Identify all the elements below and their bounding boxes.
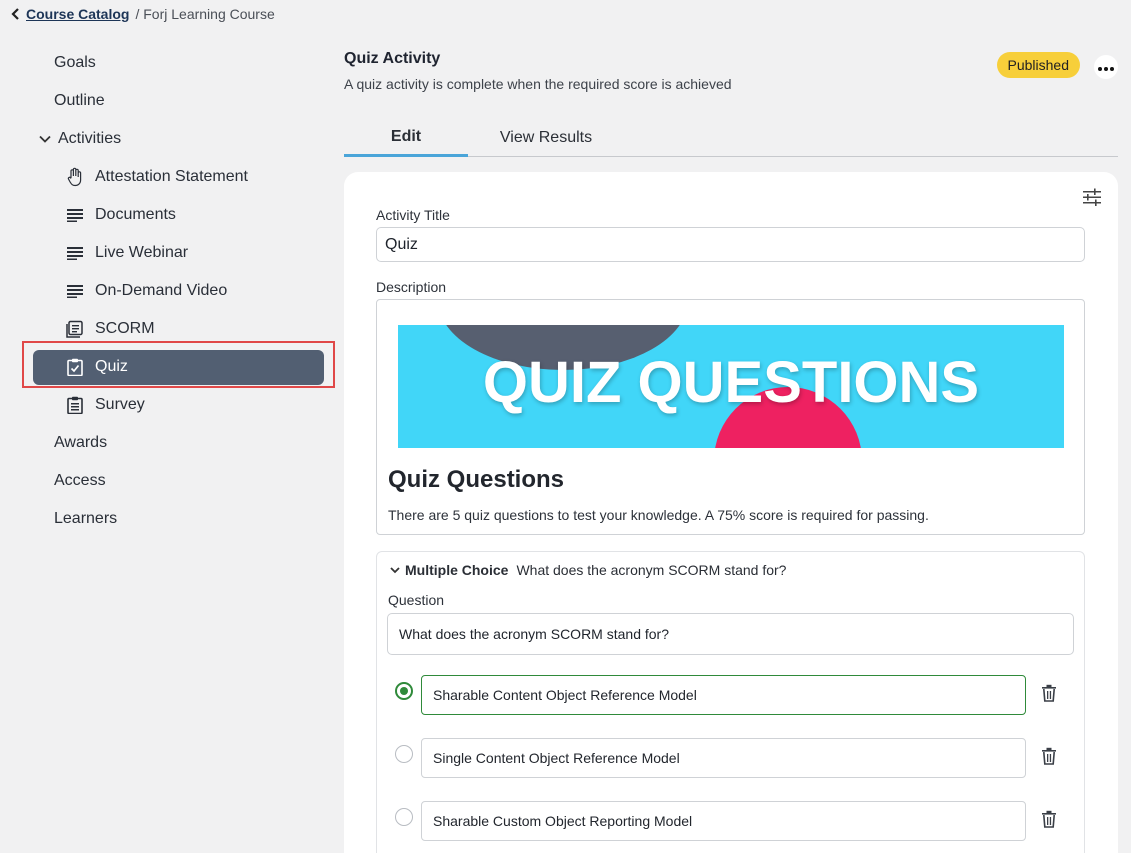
quiz-banner-image: QUIZ QUESTIONS (398, 325, 1064, 448)
sidebar-item-label: On-Demand Video (95, 282, 228, 299)
sidebar-item-label: Awards (54, 434, 108, 451)
sidebar-item-label: Outline (54, 92, 105, 109)
course-catalog-link[interactable]: Course Catalog (26, 6, 129, 22)
activity-title-label: Activity Title (376, 207, 450, 223)
banner-text: QUIZ QUESTIONS (482, 350, 980, 415)
sidebar-item-goals[interactable]: Goals (0, 44, 340, 82)
sidebar-item-documents[interactable]: Documents (0, 196, 340, 234)
sidebar-item-label: Survey (95, 396, 145, 413)
tab-bar: Edit View Results (344, 120, 1118, 157)
activity-title-value: Quiz (385, 235, 418, 253)
tab-edit[interactable]: Edit (344, 120, 468, 157)
chevron-down-icon (389, 564, 401, 576)
sidebar-item-outline[interactable]: Outline (0, 82, 340, 120)
answer-input[interactable]: Sharable Content Object Reference Model (421, 675, 1026, 715)
breadcrumb: Course Catalog / Forj Learning Course (8, 6, 275, 22)
lines-icon (66, 244, 84, 262)
sidebar-item-awards[interactable]: Awards (0, 424, 340, 462)
lines-icon (66, 282, 84, 300)
scorm-icon (66, 320, 84, 338)
answer-radio[interactable] (395, 808, 413, 826)
question-value: What does the acronym SCORM stand for? (399, 626, 669, 642)
edit-card: Activity Title Quiz Description QUIZ QUE… (344, 172, 1118, 853)
activity-title-input[interactable]: Quiz (376, 227, 1085, 262)
sidebar-section-label: Activities (58, 130, 122, 147)
sidebar-item-attestation-statement[interactable]: Attestation Statement (0, 158, 340, 196)
more-options-button[interactable] (1094, 55, 1118, 79)
ellipsis-icon (1098, 58, 1114, 76)
question-header[interactable]: Multiple Choice What does the acronym SC… (389, 562, 786, 578)
sidebar-item-quiz[interactable]: Quiz (0, 341, 340, 388)
trash-icon[interactable] (1041, 684, 1059, 702)
sidebar-item-live-webinar[interactable]: Live Webinar (0, 234, 340, 272)
sidebar-item-label: Attestation Statement (95, 168, 248, 185)
sidebar-item-label: Live Webinar (95, 244, 189, 261)
answer-text: Sharable Custom Object Reporting Model (433, 813, 693, 829)
sidebar-item-label: SCORM (95, 320, 155, 337)
chevron-down-icon (38, 132, 52, 146)
lines-icon (66, 206, 84, 224)
answer-input[interactable]: Sharable Custom Object Reporting Model (421, 801, 1026, 841)
clipboard-check-icon (66, 358, 84, 376)
sidebar-item-label: Quiz (95, 358, 128, 375)
settings-sliders-icon[interactable] (1082, 188, 1104, 210)
description-heading: Quiz Questions (388, 466, 565, 493)
sidebar-item-label: Goals (54, 54, 96, 71)
question-panel: Multiple Choice What does the acronym SC… (376, 551, 1085, 853)
clipboard-list-icon (66, 396, 84, 414)
sidebar-item-scorm[interactable]: SCORM (0, 310, 340, 348)
answer-radio[interactable] (395, 745, 413, 763)
status-badge: Published (996, 52, 1080, 78)
trash-icon[interactable] (1041, 810, 1059, 828)
sidebar: Goals Outline Activities Attestation Sta… (0, 44, 340, 538)
description-editor[interactable]: QUIZ QUESTIONS Quiz Questions There are … (376, 299, 1085, 535)
sidebar-item-label: Documents (95, 206, 176, 223)
chevron-left-icon[interactable] (8, 6, 24, 22)
correct-answer-radio[interactable] (395, 682, 413, 700)
sidebar-item-access[interactable]: Access (0, 462, 340, 500)
sidebar-section-activities[interactable]: Activities (0, 120, 340, 158)
page-subtitle: A quiz activity is complete when the req… (344, 76, 732, 92)
question-label: Question (388, 592, 445, 608)
sidebar-item-learners[interactable]: Learners (0, 500, 340, 538)
question-input[interactable]: What does the acronym SCORM stand for? (387, 613, 1074, 655)
question-summary: What does the acronym SCORM stand for? (516, 562, 787, 578)
description-label: Description (376, 279, 447, 295)
sidebar-item-label: Access (54, 472, 106, 489)
trash-icon[interactable] (1041, 747, 1059, 765)
activity-header: Quiz Activity A quiz activity is complet… (344, 50, 1120, 92)
description-text: There are 5 quiz questions to test your … (388, 507, 929, 523)
hand-icon (66, 167, 84, 187)
tab-view-results[interactable]: View Results (468, 120, 624, 156)
answer-text: Sharable Content Object Reference Model (433, 687, 697, 703)
answer-input[interactable]: Single Content Object Reference Model (421, 738, 1026, 778)
answer-text: Single Content Object Reference Model (433, 750, 680, 766)
question-type: Multiple Choice (405, 562, 509, 578)
sidebar-item-label: Learners (54, 510, 118, 527)
breadcrumb-current: / Forj Learning Course (135, 6, 275, 22)
sidebar-item-survey[interactable]: Survey (0, 386, 340, 424)
sidebar-item-on-demand-video[interactable]: On-Demand Video (0, 272, 340, 310)
